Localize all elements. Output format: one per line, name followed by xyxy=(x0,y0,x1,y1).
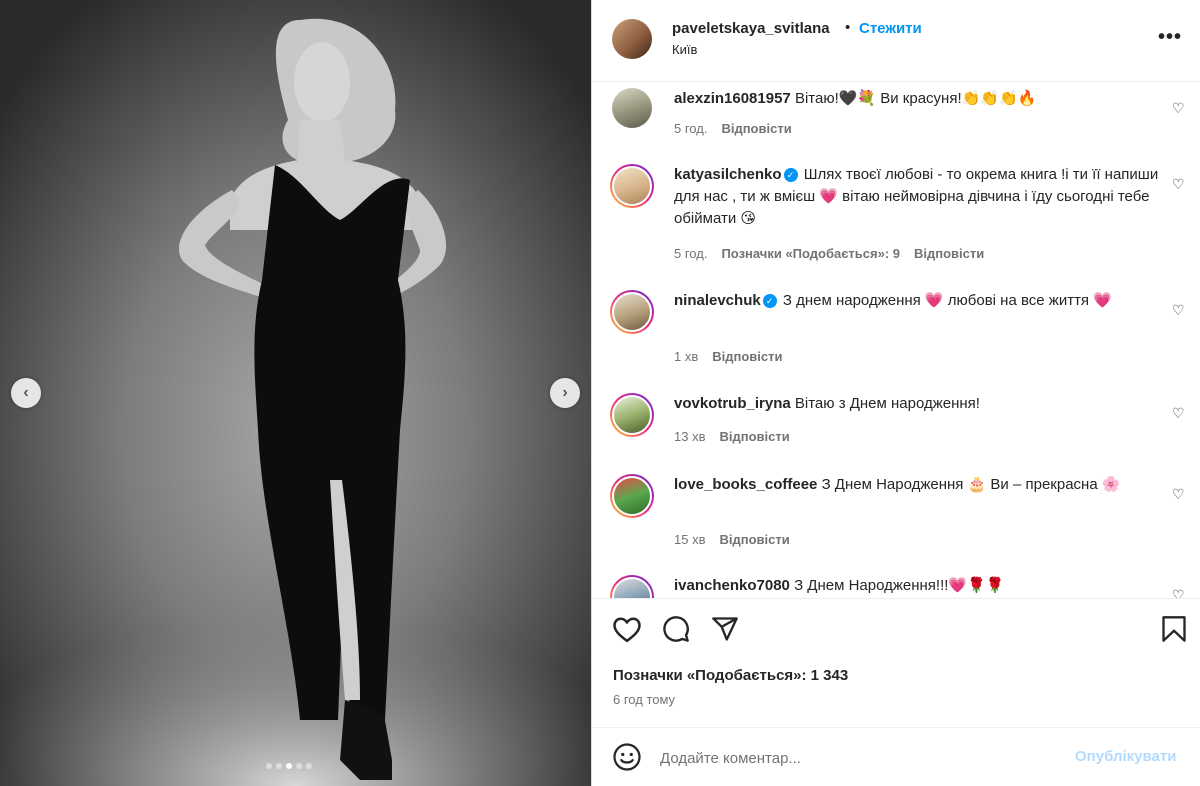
comment-text-block: love_books_coffeee З Днем Народження 🎂 В… xyxy=(674,474,1166,496)
commenter-avatar[interactable] xyxy=(612,88,652,128)
likes-count[interactable]: Позначки «Подобається»: 1 343 xyxy=(613,667,848,684)
comment-meta: 13 хв Відповісти xyxy=(674,429,790,444)
slide-dot-active xyxy=(286,763,292,769)
comment-meta: 1 хв Відповісти xyxy=(674,349,783,364)
share-icon[interactable] xyxy=(711,615,739,643)
comment-text-block: ivanchenko7080 З Днем Народження!!!💗🌹🌹 xyxy=(674,575,1166,597)
separator-dot: • xyxy=(845,19,851,36)
slide-dot xyxy=(276,763,282,769)
comment-text: З днем народження 💗 любові на все життя … xyxy=(782,292,1112,309)
comment-time: 5 год. xyxy=(674,246,708,261)
slide-dot xyxy=(266,763,272,769)
commenter-username[interactable]: ninalevchuk xyxy=(674,292,761,309)
verified-badge-icon: ✓ xyxy=(762,294,777,308)
heart-icon[interactable] xyxy=(612,615,642,643)
comment-text-block: katyasilchenko ✓ Шлях твоєї любові - то о… xyxy=(674,164,1166,230)
slide-dot xyxy=(296,763,302,769)
commenter-username[interactable]: vovkotrub_iryna xyxy=(674,395,791,412)
post-header: paveletskaya_svitlana • Стежити Київ ••• xyxy=(592,0,1200,82)
verified-badge-icon: ✓ xyxy=(783,168,798,182)
reply-button[interactable]: Відповісти xyxy=(721,121,791,136)
author-username[interactable]: paveletskaya_svitlana xyxy=(672,20,830,37)
commenter-username[interactable]: alexzin16081957 xyxy=(674,90,791,107)
reply-button[interactable]: Відповісти xyxy=(719,429,789,444)
comment-text: Вітаю!🖤💐 Ви красуня!👏👏👏🔥 xyxy=(794,90,1037,107)
chevron-right-icon: › xyxy=(562,384,568,401)
post-location[interactable]: Київ xyxy=(672,42,697,57)
post-panel: paveletskaya_svitlana • Стежити Київ •••… xyxy=(592,0,1200,786)
post-photo xyxy=(0,0,591,786)
comment-time: 5 год. xyxy=(674,121,708,136)
follow-button[interactable]: Стежити xyxy=(859,20,922,37)
comments-list[interactable]: alexzin16081957 Вітаю!🖤💐 Ви красуня!👏👏👏🔥… xyxy=(592,82,1200,598)
reply-button[interactable]: Відповісти xyxy=(914,246,984,261)
comment-meta: 5 год. Відповісти xyxy=(674,121,792,136)
slide-indicator xyxy=(266,763,312,769)
bookmark-icon[interactable] xyxy=(1161,615,1187,643)
add-comment-input[interactable] xyxy=(660,744,1060,772)
comment-like-heart-icon[interactable]: ♡ xyxy=(1172,405,1185,422)
comment-likes-count[interactable]: Позначки «Подобається»: 9 xyxy=(721,246,900,261)
commenter-avatar[interactable] xyxy=(610,164,654,208)
comment-text: Вітаю з Днем народження! xyxy=(794,395,980,412)
commenter-username[interactable]: ivanchenko7080 xyxy=(674,577,790,594)
comment-like-heart-icon[interactable]: ♡ xyxy=(1172,100,1185,117)
post-media[interactable]: ‹ › xyxy=(0,0,591,786)
comment-text: З Днем Народження 🎂 Ви – прекрасна 🌸 xyxy=(821,476,1121,493)
comment-time: 15 хв xyxy=(674,532,706,547)
more-options-icon[interactable]: ••• xyxy=(1158,26,1182,49)
comment-text: З Днем Народження!!!💗🌹🌹 xyxy=(794,577,1005,594)
reply-button[interactable]: Відповісти xyxy=(712,349,782,364)
commenter-username[interactable]: katyasilchenko xyxy=(674,166,782,183)
chevron-left-icon: ‹ xyxy=(23,384,29,401)
post-comment-button[interactable]: Опублікувати xyxy=(1075,748,1176,765)
comment-like-heart-icon[interactable]: ♡ xyxy=(1172,176,1185,193)
commenter-avatar[interactable] xyxy=(610,290,654,334)
comment-icon[interactable] xyxy=(662,615,690,643)
commenter-avatar[interactable] xyxy=(610,575,654,598)
comment-text-block: alexzin16081957 Вітаю!🖤💐 Ви красуня!👏👏👏🔥 xyxy=(674,88,1166,110)
author-avatar[interactable] xyxy=(612,19,652,59)
comment-like-heart-icon[interactable]: ♡ xyxy=(1172,302,1185,319)
comment-text-block: ninalevchuk ✓ З днем народження 💗 любові … xyxy=(674,290,1166,312)
comment-time: 1 хв xyxy=(674,349,699,364)
commenter-avatar[interactable] xyxy=(610,474,654,518)
comment-like-heart-icon[interactable]: ♡ xyxy=(1172,486,1185,503)
next-slide-button[interactable]: › xyxy=(550,378,580,408)
previous-slide-button[interactable]: ‹ xyxy=(11,378,41,408)
commenter-username[interactable]: love_books_coffeee xyxy=(674,476,817,493)
comment-meta: 15 хв Відповісти xyxy=(674,532,790,547)
actions-divider xyxy=(592,598,1200,599)
slide-dot xyxy=(306,763,312,769)
post-time[interactable]: 6 год тому xyxy=(613,692,675,707)
comment-like-heart-icon[interactable]: ♡ xyxy=(1172,587,1185,598)
comment-text-block: vovkotrub_iryna Вітаю з Днем народження! xyxy=(674,393,1166,415)
comment-time: 13 хв xyxy=(674,429,706,444)
commenter-avatar[interactable] xyxy=(610,393,654,437)
comment-meta: 5 год. Позначки «Подобається»: 9 Відпові… xyxy=(674,246,984,261)
emoji-icon[interactable] xyxy=(612,742,642,772)
reply-button[interactable]: Відповісти xyxy=(719,532,789,547)
add-comment-divider xyxy=(592,727,1200,728)
